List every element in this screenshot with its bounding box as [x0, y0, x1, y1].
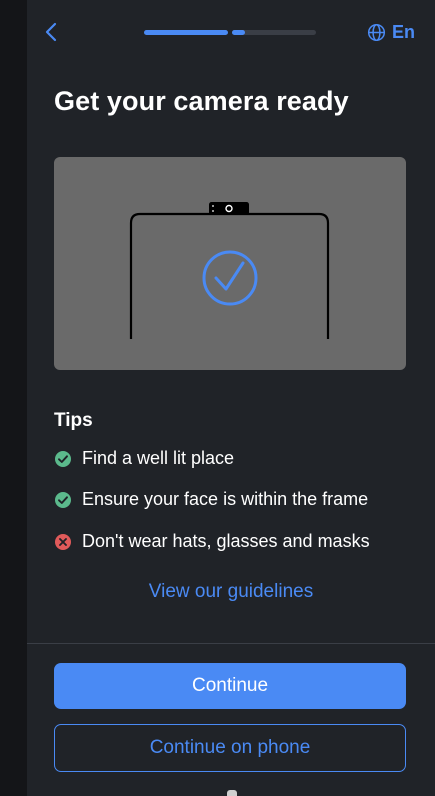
- footer-divider: [27, 643, 435, 644]
- continue-on-phone-button[interactable]: Continue on phone: [54, 724, 406, 772]
- page-title: Get your camera ready: [54, 86, 349, 116]
- camera-setup-panel: En Get your camera ready Tips Find a wel…: [27, 0, 435, 796]
- camera-illustration: [54, 157, 406, 370]
- progress-step-1: [144, 30, 228, 35]
- tip-text: Don't wear hats, glasses and masks: [82, 531, 370, 551]
- tip-item: Find a well lit place: [54, 448, 234, 469]
- webcam-icon: [209, 202, 249, 215]
- tip-text: Ensure your face is within the frame: [82, 489, 369, 509]
- tip-item: Don't wear hats, glasses and masks: [54, 531, 370, 552]
- top-bar: En: [27, 0, 435, 64]
- view-guidelines-link[interactable]: View our guidelines: [27, 581, 435, 603]
- language-label: En: [392, 21, 416, 42]
- check-circle-icon: [55, 491, 71, 508]
- monitor-frame-icon: [129, 212, 330, 339]
- progress-step-2-fill: [232, 30, 245, 35]
- globe-icon: [367, 23, 386, 41]
- tip-item: Ensure your face is within the frame: [54, 489, 368, 510]
- back-button[interactable]: [37, 18, 65, 46]
- scroll-indicator: [227, 790, 237, 796]
- check-circle-icon: [55, 450, 71, 467]
- x-circle-icon: [55, 533, 71, 550]
- language-selector[interactable]: En: [367, 20, 415, 44]
- continue-button[interactable]: Continue: [54, 663, 406, 709]
- tips-heading: Tips: [54, 410, 93, 431]
- chevron-left-icon: [45, 22, 57, 42]
- tip-text: Find a well lit place: [82, 448, 235, 468]
- step-progress-bar: [144, 30, 316, 35]
- check-circle-icon: [202, 250, 258, 306]
- background-strip: [0, 0, 27, 796]
